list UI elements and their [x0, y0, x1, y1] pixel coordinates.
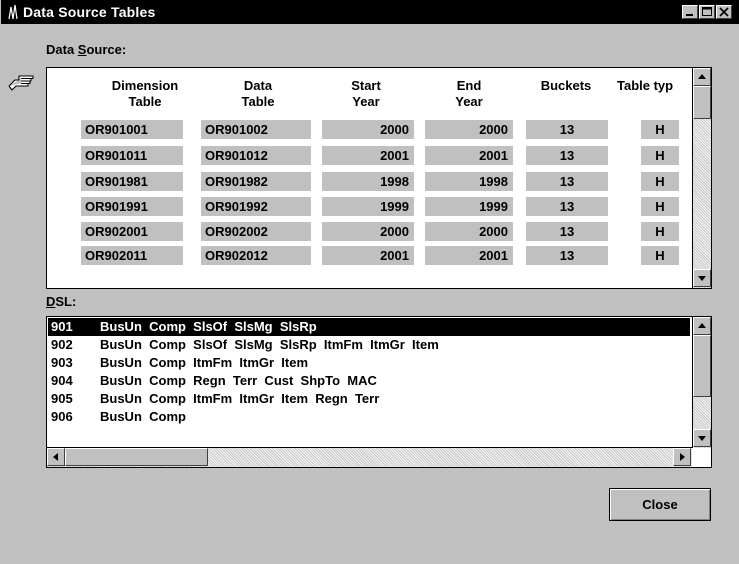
cell-end-year[interactable]: 2000: [425, 120, 513, 139]
dsl-list-item[interactable]: 904 BusUn Comp Regn Terr Cust ShpTo MAC: [48, 372, 690, 390]
dsl-list-item[interactable]: 905 BusUn Comp ItmFm ItmGr Item Regn Terr: [48, 390, 690, 408]
dsl-label: DSL:: [46, 294, 77, 309]
cell-start-year[interactable]: 1998: [322, 172, 414, 191]
cell-dimension-table[interactable]: OR901981: [81, 172, 183, 191]
cell-data-table[interactable]: OR901012: [201, 146, 311, 165]
minimize-button[interactable]: [682, 5, 698, 19]
cell-dimension-table[interactable]: OR901001: [81, 120, 183, 139]
cell-start-year[interactable]: 2001: [322, 146, 414, 165]
window-title: Data Source Tables: [23, 4, 156, 20]
dsl-vertical-scrollbar[interactable]: [692, 317, 711, 448]
arrow-up-icon: [698, 74, 706, 79]
close-icon: [719, 7, 729, 17]
cell-end-year[interactable]: 2000: [425, 222, 513, 241]
dsl-hscroll-thumb[interactable]: [65, 448, 208, 466]
cell-buckets[interactable]: 13: [526, 197, 608, 216]
dsl-list-item[interactable]: 906 BusUn Comp: [48, 408, 690, 426]
dsl-list-item[interactable]: 901 BusUn Comp SlsOf SlsMg SlsRp: [48, 318, 690, 336]
cell-data-table[interactable]: OR902012: [201, 246, 311, 265]
cell-buckets[interactable]: 13: [526, 120, 608, 139]
cell-table-type[interactable]: H: [641, 120, 679, 139]
dsl-scroll-down-button[interactable]: [693, 429, 711, 447]
cell-table-type[interactable]: H: [641, 197, 679, 216]
arrow-down-icon: [698, 276, 706, 281]
data-source-tables-window: Data Source Tables Data Source: Dimensio…: [0, 0, 739, 564]
cell-end-year[interactable]: 1999: [425, 197, 513, 216]
cell-buckets[interactable]: 13: [526, 172, 608, 191]
arrow-right-icon: [680, 453, 685, 461]
cell-dimension-table[interactable]: OR901011: [81, 146, 183, 165]
column-header-buckets[interactable]: Buckets: [523, 78, 609, 94]
maximize-icon: [702, 7, 712, 16]
cell-table-type[interactable]: H: [641, 146, 679, 165]
cell-buckets[interactable]: 13: [526, 222, 608, 241]
hand-pointer-icon: [8, 75, 34, 91]
close-button[interactable]: Close: [609, 488, 711, 521]
cell-data-table[interactable]: OR902002: [201, 222, 311, 241]
arrow-down-icon: [698, 436, 706, 441]
cell-buckets[interactable]: 13: [526, 146, 608, 165]
dsl-vscroll-thumb[interactable]: [693, 335, 711, 397]
cell-buckets[interactable]: 13: [526, 246, 608, 265]
scroll-down-button[interactable]: [693, 269, 711, 287]
column-header-start-year[interactable]: Start Year: [317, 78, 415, 110]
column-header-table-type[interactable]: Table typ: [617, 78, 695, 94]
close-window-button[interactable]: [716, 5, 732, 19]
data-source-grid[interactable]: Dimension Table Data Table Start Year End Ye…: [46, 67, 712, 289]
dsl-horizontal-scrollbar[interactable]: [47, 447, 692, 467]
cell-dimension-table[interactable]: OR902001: [81, 222, 183, 241]
dsl-scroll-up-button[interactable]: [693, 317, 711, 335]
grid-scroll-thumb[interactable]: [693, 86, 711, 119]
cell-data-table[interactable]: OR901982: [201, 172, 311, 191]
cell-table-type[interactable]: H: [641, 222, 679, 241]
cell-start-year[interactable]: 2001: [322, 246, 414, 265]
dsl-list-item[interactable]: 903 BusUn Comp ItmFm ItmGr Item: [48, 354, 690, 372]
cell-dimension-table[interactable]: OR902011: [81, 246, 183, 265]
dsl-listbox[interactable]: 901 BusUn Comp SlsOf SlsMg SlsRp 902 BusUn…: [46, 316, 712, 468]
minimize-icon: [686, 14, 693, 16]
dsl-list-item[interactable]: 902 BusUn Comp SlsOf SlsMg SlsRp ItmFm It…: [48, 336, 690, 354]
maximize-button[interactable]: [699, 5, 715, 19]
arrow-left-icon: [53, 453, 58, 461]
scroll-right-button[interactable]: [673, 448, 691, 466]
scroll-up-button[interactable]: [693, 68, 711, 86]
cell-table-type[interactable]: H: [641, 246, 679, 265]
data-source-label: Data Source:: [46, 42, 127, 57]
app-icon: [8, 4, 18, 20]
scroll-left-button[interactable]: [47, 448, 65, 466]
cell-start-year[interactable]: 2000: [322, 120, 414, 139]
cell-dimension-table[interactable]: OR901991: [81, 197, 183, 216]
column-header-data-table[interactable]: Data Table: [202, 78, 314, 110]
cell-data-table[interactable]: OR901992: [201, 197, 311, 216]
cell-start-year[interactable]: 2000: [322, 222, 414, 241]
cell-data-table[interactable]: OR901002: [201, 120, 311, 139]
cell-end-year[interactable]: 2001: [425, 146, 513, 165]
grid-vertical-scrollbar[interactable]: [692, 68, 711, 288]
arrow-up-icon: [698, 323, 706, 328]
cell-table-type[interactable]: H: [641, 172, 679, 191]
column-header-dimension-table[interactable]: Dimension Table: [87, 78, 203, 110]
cell-end-year[interactable]: 2001: [425, 246, 513, 265]
title-bar[interactable]: Data Source Tables: [1, 0, 739, 24]
cell-end-year[interactable]: 1998: [425, 172, 513, 191]
cell-start-year[interactable]: 1999: [322, 197, 414, 216]
column-header-end-year[interactable]: End Year: [421, 78, 517, 110]
